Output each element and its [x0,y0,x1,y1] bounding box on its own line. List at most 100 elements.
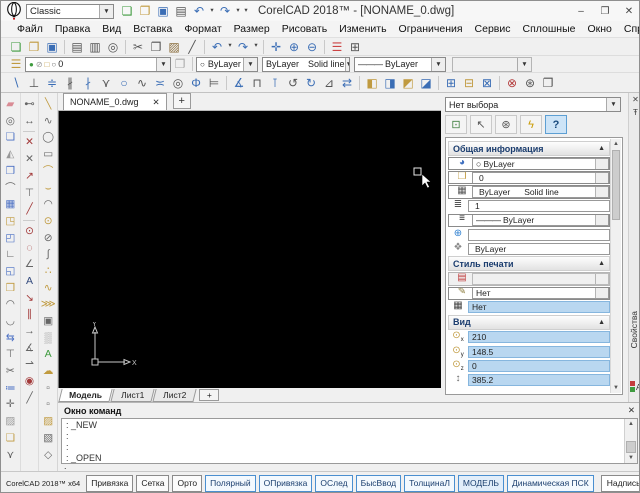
chevron-down-icon[interactable]: ▼ [156,58,170,71]
constraint-icon[interactable]: ≍ [151,75,169,91]
palette-tool-icon[interactable]: ⊤ [2,346,18,363]
quick-access-icon[interactable]: ▾ [242,3,250,19]
toolbar-icon[interactable]: ╱ [183,39,201,55]
palette-tool-icon[interactable]: ⌣ [40,179,56,196]
palette-tool-icon[interactable]: ▫ [40,396,56,413]
palette-tool-icon[interactable]: ∴ [40,263,56,280]
constraint-icon[interactable]: ⊨ [205,75,223,91]
constraint-icon[interactable]: ∤ [79,75,97,91]
command-history[interactable]: : _NEW::: _OPEN ▲ ▼ [61,418,638,464]
sheet-tab[interactable]: Модель [58,389,112,402]
section-header-view[interactable]: Вид ▲ [448,315,610,330]
menu-item[interactable]: Правка [49,23,96,35]
constraint-icon[interactable]: ⇄ [338,75,356,91]
panel-close-button[interactable]: ✕ [629,93,640,106]
palette-tool-icon[interactable]: ⊘ [40,230,56,247]
chevron-down-icon[interactable] [595,288,608,298]
toolbar-icon[interactable]: ◎ [104,39,122,55]
toolbar-icon[interactable]: ⊕ [285,39,303,55]
property-row[interactable]: ⊙z 0 [448,359,610,372]
palette-tool-icon[interactable]: ◱ [2,263,18,280]
property-row[interactable]: ◕ ○ ByLayer [448,157,610,170]
section-header-printstyle[interactable]: Стиль печати ▲ [448,256,610,271]
palette-tab-icon[interactable]: A [630,381,640,392]
constraint-icon[interactable]: ⊗ [503,75,521,91]
palette-tool-icon[interactable]: ◯ [40,129,56,146]
toolbar-icon[interactable]: ❏ [7,39,25,55]
status-toggle-button[interactable]: Полярный [205,475,256,492]
palette-tool-icon[interactable]: ⊷ [21,96,37,113]
palette-tool-icon[interactable]: ▧ [40,430,56,447]
panel-scrollbar[interactable]: ▲ ▼ [610,139,621,393]
annotation-scale-dropdown[interactable]: Надпись ▼ [601,475,640,492]
toolbar-icon[interactable]: ❐ [25,39,43,55]
palette-tool-icon[interactable]: ∟ [2,246,18,263]
chevron-down-icon[interactable]: ▼ [243,58,257,71]
menu-item[interactable]: Файл [11,23,49,35]
constraint-icon[interactable]: ⊥ [25,75,43,91]
constraint-icon[interactable]: ⊞ [442,75,460,91]
palette-tool-icon[interactable]: ⌒ [2,179,18,196]
chevron-down-icon[interactable] [595,274,608,284]
palette-tool-icon[interactable]: ◇ [40,446,56,463]
constraint-icon[interactable]: ≑ [43,75,61,91]
palette-tool-icon[interactable]: ◳ [2,213,18,230]
constraint-icon[interactable]: ❐ [539,75,557,91]
palette-tool-icon[interactable]: ◉ [21,373,37,390]
properties-tool-button[interactable]: ? [545,115,567,134]
chevron-down-icon[interactable]: ▼ [431,58,445,71]
scrollbar-thumb[interactable] [612,150,620,220]
scrollbar-thumb[interactable] [626,441,636,453]
status-toggle-button[interactable]: Динамическая ПСК [507,475,594,492]
palette-tool-icon[interactable]: ⋎ [2,446,18,463]
palette-tool-icon[interactable]: ⇆ [2,330,18,347]
scroll-up-icon[interactable]: ▲ [625,419,637,429]
toolbar-icon[interactable]: ☰ [328,39,346,55]
status-toggle-button[interactable]: Сетка [136,475,169,492]
chevron-down-icon[interactable]: ▼ [606,98,620,111]
quick-access-icon[interactable]: ▤ [172,3,190,19]
selection-filter-combo[interactable]: Нет выбора ▼ [445,97,621,112]
property-row[interactable]: ⊕ [448,228,610,241]
constraint-icon[interactable]: ↻ [302,75,320,91]
property-row[interactable]: ⊙y 148.5 [448,345,610,358]
palette-tool-icon[interactable]: ✛ [2,396,18,413]
constraint-icon[interactable]: ⊛ [521,75,539,91]
palette-tool-icon[interactable]: ▨ [2,413,18,430]
palette-tool-icon[interactable]: → [21,323,37,340]
menu-item[interactable]: Ограничения [393,23,469,35]
collapse-icon[interactable]: ▲ [598,319,605,326]
property-row[interactable]: ≡ ——— ByLayer [448,214,610,227]
chevron-down-icon[interactable] [595,159,608,169]
palette-tool-icon[interactable]: ✕ [21,134,37,151]
status-toggle-button[interactable]: МОДЕЛЬ [458,475,504,492]
palette-tool-icon[interactable]: ╱ [21,201,37,218]
new-tab-button[interactable]: + [173,93,191,109]
palette-tool-icon[interactable]: ❏ [2,129,18,146]
properties-tool-button[interactable]: ⊡ [445,115,467,134]
properties-tab-label[interactable]: Свойства [629,311,640,348]
palette-tool-icon[interactable]: ↘ [21,290,37,307]
palette-tool-icon[interactable]: ⌒ [40,163,56,180]
property-row[interactable]: ❖ ByLayer [448,242,610,255]
palette-tool-icon[interactable]: ◠ [40,196,56,213]
menu-item[interactable]: Формат [178,23,227,35]
constraint-icon[interactable]: ◪ [417,75,435,91]
toolbar-icon[interactable]: ✛ [267,39,285,55]
palette-tool-icon[interactable]: ⋙ [40,296,56,313]
constraint-icon[interactable]: ◩ [399,75,417,91]
menu-item[interactable]: Справка [618,23,640,35]
chevron-down-icon[interactable]: ▼ [99,5,113,18]
chevron-down-icon[interactable]: ▼ [345,58,350,71]
palette-tool-icon[interactable]: ▭ [40,146,56,163]
palette-tool-icon[interactable]: ⊙ [21,223,37,240]
palette-tool-icon[interactable]: ❒ [2,280,18,297]
quick-access-icon[interactable]: ❏ [118,3,136,19]
palette-tool-icon[interactable]: ╲ [40,96,56,113]
linecolor-combo[interactable]: ○ ByLayer ▼ [196,57,258,72]
quick-access-icon[interactable]: ▾ [234,3,242,19]
status-toggle-button[interactable]: Привязка [86,475,133,492]
constraint-icon[interactable]: ↺ [284,75,302,91]
constraint-icon[interactable]: ○ [115,75,133,91]
lineweight-combo[interactable]: ——— ByLayer ▼ [354,57,446,72]
